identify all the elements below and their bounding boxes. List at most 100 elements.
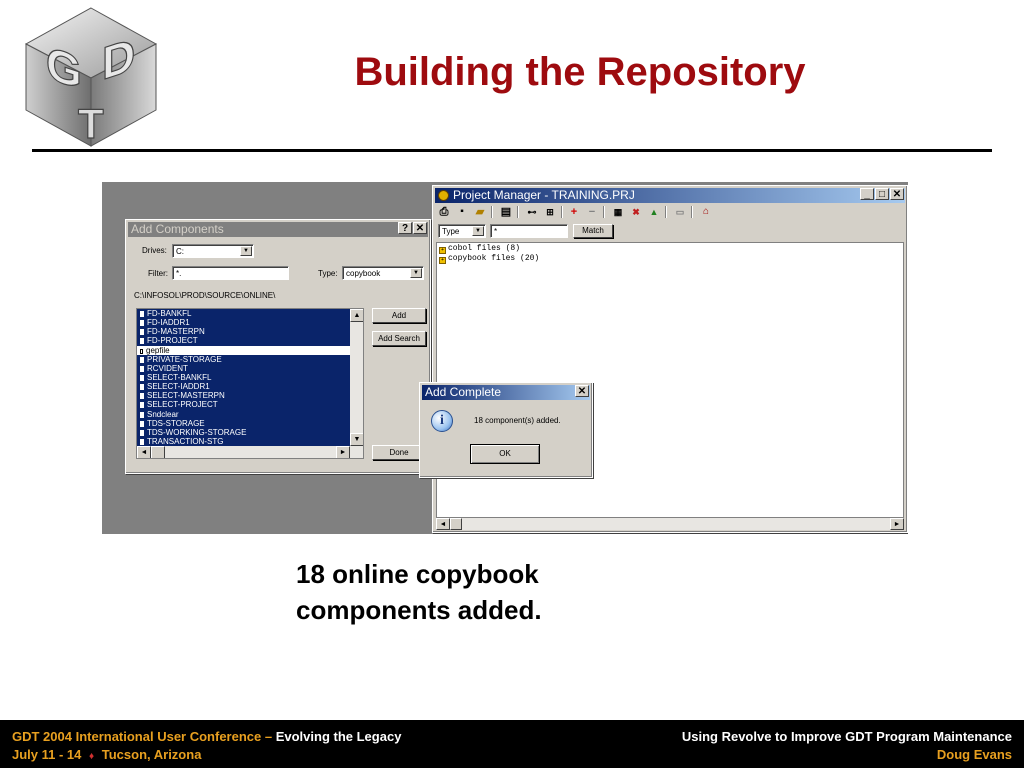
maximize-button[interactable]: □	[875, 188, 889, 200]
file-list-item[interactable]: SELECT-IADDR1	[137, 382, 350, 392]
file-list-item[interactable]: SELECT-MASTERPN	[137, 391, 350, 401]
file-icon	[140, 438, 144, 445]
drives-value: C:	[176, 247, 184, 256]
link-icon[interactable]: ⊷	[525, 206, 539, 218]
scroll-left-icon[interactable]: ◄	[436, 518, 450, 530]
file-list-hscrollbar[interactable]: ◄ ►	[137, 446, 363, 458]
add-components-title: Add Components	[131, 222, 224, 236]
file-icon	[140, 329, 144, 336]
pattern-input[interactable]: *	[490, 224, 568, 238]
chevron-down-icon[interactable]: ▼	[472, 226, 484, 236]
type-select[interactable]: copybook ▼	[342, 266, 424, 280]
file-list-scrollbar[interactable]: ▲ ▼	[350, 309, 363, 446]
add-components-dialog: Add Components ? ✕ Drives: C: ▼ Filter: …	[125, 219, 431, 474]
scroll-thumb[interactable]	[151, 446, 165, 458]
scroll-right-icon[interactable]: ►	[336, 446, 350, 458]
footer-dates: July 11 - 14	[12, 747, 82, 762]
file-name: SELECT-IADDR1	[147, 382, 210, 392]
save-icon[interactable]: ▪	[455, 206, 469, 218]
tree-item-copybook[interactable]: + copybook files (20)	[439, 254, 539, 264]
done-button[interactable]: Done	[372, 445, 426, 460]
file-list-item[interactable]: TRANSACTION-STG	[137, 436, 350, 447]
file-icon	[140, 411, 144, 418]
file-list-item[interactable]: SELECT-BANKFL	[137, 372, 350, 383]
match-button[interactable]: Match	[573, 224, 613, 238]
add-complete-message: 18 component(s) added.	[474, 416, 561, 425]
caption-line-1: 18 online copybook	[296, 559, 539, 589]
file-name: gepfile	[146, 345, 170, 355]
file-list-item[interactable]: FD-MASTERPN	[137, 327, 350, 337]
type-label: Type:	[318, 269, 338, 278]
open-folder-icon[interactable]: ▰	[473, 206, 487, 218]
file-list-item[interactable]: TDS-WORKING-STORAGE	[137, 427, 350, 437]
toolbar-separator	[603, 206, 605, 218]
close-button[interactable]: ✕	[890, 188, 904, 200]
file-list-item[interactable]: SELECT-PROJECT	[137, 400, 350, 410]
svg-text:T: T	[78, 100, 104, 147]
file-list-item[interactable]: TDS-STORAGE	[137, 418, 350, 428]
scroll-thumb[interactable]	[450, 518, 462, 530]
tools-icon[interactable]: ✖	[629, 206, 643, 218]
file-icon	[140, 365, 144, 372]
scroll-right-icon[interactable]: ►	[890, 518, 904, 530]
minimize-button[interactable]: _	[860, 188, 874, 200]
file-name: TDS-STORAGE	[147, 418, 205, 428]
tree-item-cobol[interactable]: + cobol files (8)	[439, 244, 520, 254]
file-list-item[interactable]: Sndclear	[137, 409, 350, 419]
add-complete-title: Add Complete	[425, 385, 502, 399]
file-name: PRIVATE-STORAGE	[147, 354, 222, 364]
app-icon	[438, 190, 449, 201]
toolbar-separator	[517, 206, 519, 218]
tree-hscrollbar[interactable]: ◄ ►	[436, 518, 904, 530]
remove-icon[interactable]: −	[585, 206, 599, 218]
slide-title: Building the Repository	[354, 50, 806, 94]
file-name: SELECT-MASTERPN	[147, 391, 225, 401]
filter-label: Filter:	[148, 269, 168, 278]
close-button[interactable]: ✕	[413, 222, 427, 234]
footer-talk-title: Using Revolve to Improve GDT Program Mai…	[681, 729, 1012, 744]
add-complete-titlebar: Add Complete	[422, 385, 590, 400]
add-icon[interactable]: +	[567, 206, 581, 218]
chevron-down-icon[interactable]: ▼	[410, 268, 422, 278]
file-name: SELECT-BANKFL	[147, 372, 212, 382]
file-list-item[interactable]: gepfile	[137, 346, 350, 355]
properties-icon[interactable]: ▤	[499, 206, 513, 218]
home-icon[interactable]: ⌂	[699, 206, 713, 218]
tree-item-label: copybook files (20)	[448, 254, 540, 263]
file-name: TRANSACTION-STG	[147, 436, 224, 446]
file-icon	[140, 384, 144, 391]
scroll-down-icon[interactable]: ▼	[350, 433, 363, 446]
print-icon[interactable]: ⎙	[437, 206, 451, 218]
file-list-item[interactable]: FD-PROJECT	[137, 336, 350, 346]
file-name: FD-PROJECT	[147, 336, 198, 346]
type-value: copybook	[346, 269, 381, 278]
footer-separator: ♦	[89, 751, 95, 762]
file-icon	[140, 374, 144, 381]
slide-footer: GDT 2004 International User Conference –…	[0, 720, 1024, 768]
type-filter-select[interactable]: Type ▼	[438, 224, 486, 238]
ok-button[interactable]: OK	[470, 444, 540, 464]
help-button[interactable]: ?	[398, 222, 412, 234]
chevron-down-icon[interactable]: ▼	[240, 246, 252, 256]
footer-speaker: Doug Evans	[936, 747, 1012, 762]
chart-icon[interactable]: ▦	[611, 206, 625, 218]
file-list-item[interactable]: PRIVATE-STORAGE	[137, 354, 350, 364]
scroll-left-icon[interactable]: ◄	[137, 446, 151, 458]
file-list[interactable]: FD-BANKFL FD-IADDR1 FD-MASTERPN FD-PROJECT g…	[136, 308, 364, 459]
filter-input[interactable]: *.	[172, 266, 289, 280]
add-search-button[interactable]: Add Search	[372, 331, 426, 346]
add-complete-dialog: Add Complete ✕ i 18 component(s) added. …	[419, 382, 593, 478]
window-icon[interactable]: ▭	[673, 206, 687, 218]
file-icon	[140, 338, 144, 345]
close-button[interactable]: ✕	[575, 385, 589, 397]
svg-text:D: D	[102, 28, 135, 90]
file-list-item[interactable]: FD-BANKFL	[137, 309, 350, 319]
add-button[interactable]: Add	[372, 308, 426, 323]
scroll-up-icon[interactable]: ▲	[350, 309, 363, 322]
triangle-icon[interactable]: ▲	[647, 206, 661, 218]
drives-select[interactable]: C: ▼	[172, 244, 254, 258]
file-list-item[interactable]: FD-IADDR1	[137, 318, 350, 328]
hierarchy-icon[interactable]: ⊞	[543, 206, 557, 218]
file-name: Sndclear	[147, 409, 179, 419]
file-list-item[interactable]: RCVIDENT	[137, 363, 350, 373]
